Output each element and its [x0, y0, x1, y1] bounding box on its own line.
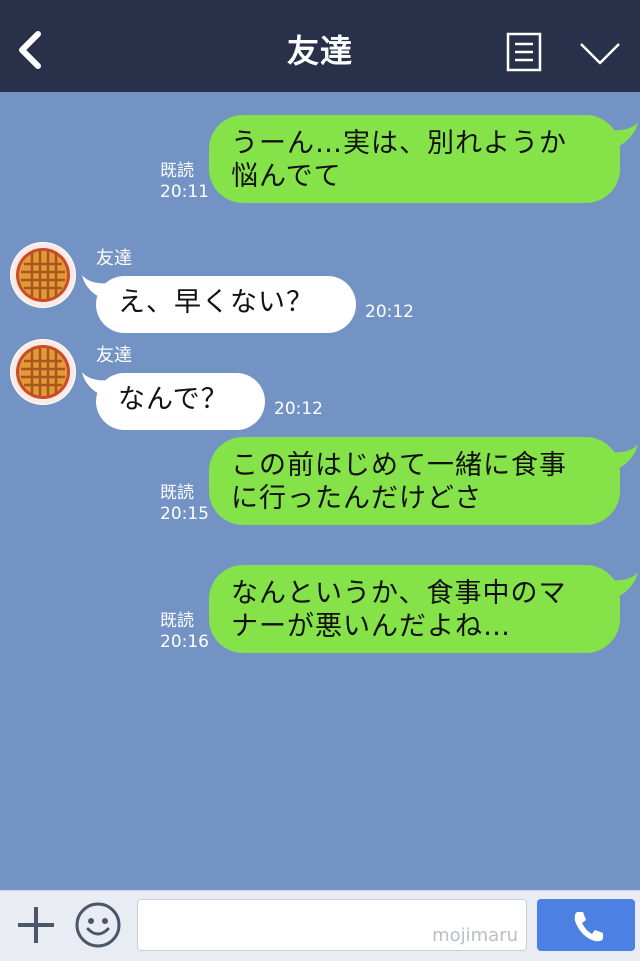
message-time: 20:16	[160, 632, 209, 652]
message-text-line: なんというか、食事中のマ	[231, 578, 567, 609]
message-text-line: ナーが悪いんだよね…	[231, 611, 511, 642]
avatar[interactable]	[10, 339, 76, 405]
friend-message-bubble[interactable]: え、早くない？	[96, 276, 356, 333]
chat-header: 友達	[0, 0, 640, 92]
watermark-text: mojimaru	[432, 925, 518, 946]
message-text-line: うーん…実は、別れようか	[231, 128, 567, 159]
friend-name: 友達	[96, 345, 132, 366]
my-message-bubble[interactable]: なんというか、食事中のマ ナーが悪いんだよね…	[209, 565, 620, 653]
read-receipt: 既読	[160, 611, 194, 631]
message-meta: 既読 20:11	[160, 161, 209, 203]
pie-avatar-image	[11, 243, 75, 307]
message-time: 20:12	[365, 302, 414, 322]
call-button[interactable]	[537, 899, 635, 951]
message-text-line: この前はじめて一緒に食事	[231, 450, 567, 481]
avatar[interactable]	[10, 242, 76, 308]
friend-message-bubble[interactable]: なんで？	[96, 373, 265, 430]
chevron-down-icon[interactable]	[578, 38, 622, 68]
friend-name: 友達	[96, 248, 132, 269]
message-text-line: え、早くない？	[118, 287, 314, 318]
message-time: 20:12	[274, 399, 323, 419]
pie-avatar-image	[11, 340, 75, 404]
message-time: 20:15	[160, 504, 209, 524]
plus-icon[interactable]	[14, 903, 58, 947]
chat-area[interactable]: 既読 20:11 うーん…実は、別れようか 悩んでて 友達 え、早くない？ 20…	[0, 92, 640, 890]
chat-title: 友達	[286, 32, 353, 70]
read-receipt: 既読	[160, 483, 194, 503]
input-bar: mojimaru	[0, 890, 640, 961]
message-input[interactable]: mojimaru	[137, 899, 527, 951]
notes-icon[interactable]	[506, 32, 542, 72]
message-meta: 既読 20:15	[160, 483, 209, 525]
message-text-line: なんで？	[118, 384, 229, 415]
message-text-line: 悩んでて	[231, 161, 342, 192]
smiley-icon[interactable]	[74, 901, 122, 949]
my-message-bubble[interactable]: うーん…実は、別れようか 悩んでて	[209, 115, 620, 203]
my-message-bubble[interactable]: この前はじめて一緒に食事 に行ったんだけどさ	[209, 437, 620, 525]
message-meta: 既読 20:16	[160, 611, 209, 653]
message-time: 20:11	[160, 182, 209, 202]
phone-icon	[574, 912, 603, 942]
message-text-line: に行ったんだけどさ	[231, 483, 483, 514]
read-receipt: 既読	[160, 161, 194, 181]
